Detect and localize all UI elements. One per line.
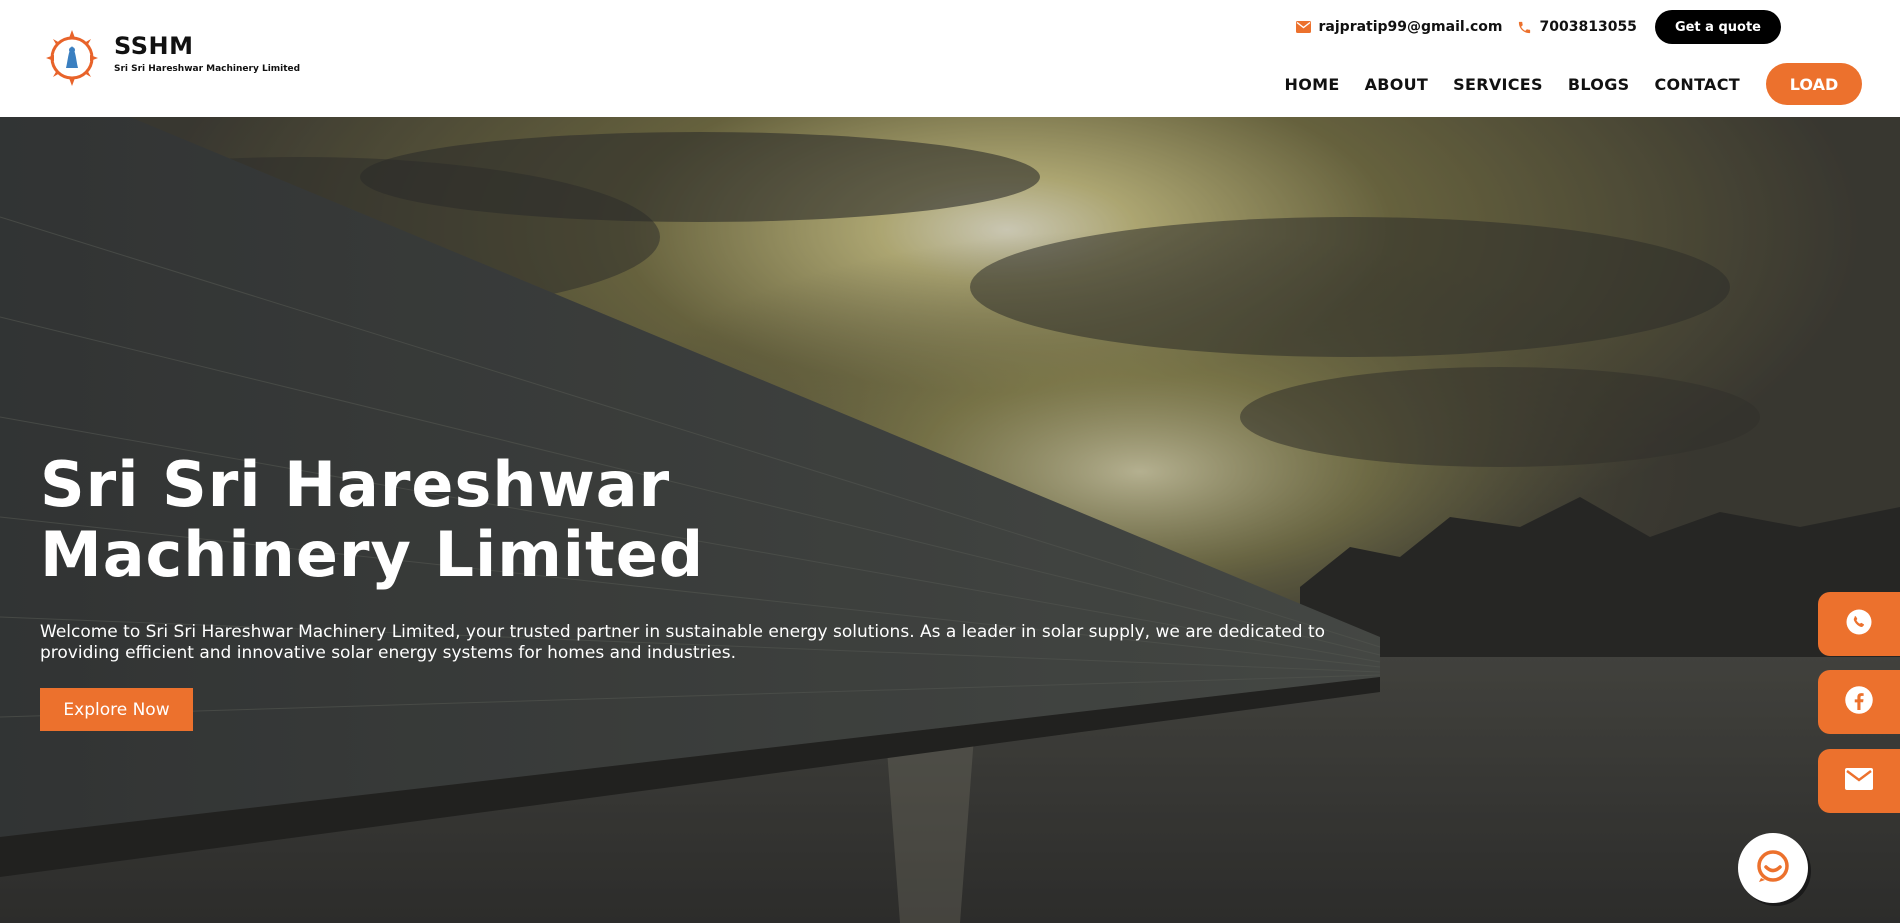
explore-now-button[interactable]: Explore Now [40,688,193,731]
nav-item-blogs[interactable]: BLOGS [1568,75,1630,94]
email-text[interactable]: rajpratip99@gmail.com [1319,19,1503,35]
brand-block: SSHM Sri Sri Hareshwar Machinery Limited [114,32,300,74]
mail-icon [1295,21,1311,33]
chat-icon [1755,848,1791,888]
site-header: SSHM Sri Sri Hareshwar Machinery Limited… [0,0,1900,117]
brand-title[interactable]: SSHM [114,32,300,60]
hero-description: Welcome to Sri Sri Hareshwar Machinery L… [40,622,1326,663]
hero-section: Sri Sri Hareshwar Machinery Limited Welc… [0,117,1900,923]
phone-contact[interactable]: 7003813055 [1517,19,1637,35]
nav-item-contact[interactable]: CONTACT [1654,75,1740,94]
facebook-button[interactable] [1818,670,1900,734]
whatsapp-icon [1844,607,1874,641]
nav-item-home[interactable]: HOME [1285,75,1340,94]
chat-widget-button[interactable] [1738,833,1808,903]
phone-icon [1517,20,1532,35]
contact-bar: rajpratip99@gmail.com 7003813055 Get a q… [1295,10,1781,44]
load-button[interactable]: LOAD [1766,63,1862,105]
nav-item-about[interactable]: ABOUT [1365,75,1429,94]
main-nav: HOME ABOUT SERVICES BLOGS CONTACT LOAD [1285,63,1862,105]
mail-icon [1845,768,1873,794]
phone-text[interactable]: 7003813055 [1540,19,1637,35]
nav-item-services[interactable]: SERVICES [1453,75,1543,94]
company-logo[interactable] [44,28,100,88]
whatsapp-button[interactable] [1818,592,1900,656]
brand-subtitle: Sri Sri Hareshwar Machinery Limited [114,64,301,74]
mail-button[interactable] [1818,749,1900,813]
get-quote-button[interactable]: Get a quote [1654,10,1781,44]
hero-title: Sri Sri Hareshwar Machinery Limited [40,448,705,591]
facebook-icon [1844,685,1874,719]
email-contact[interactable]: rajpratip99@gmail.com [1295,19,1503,35]
